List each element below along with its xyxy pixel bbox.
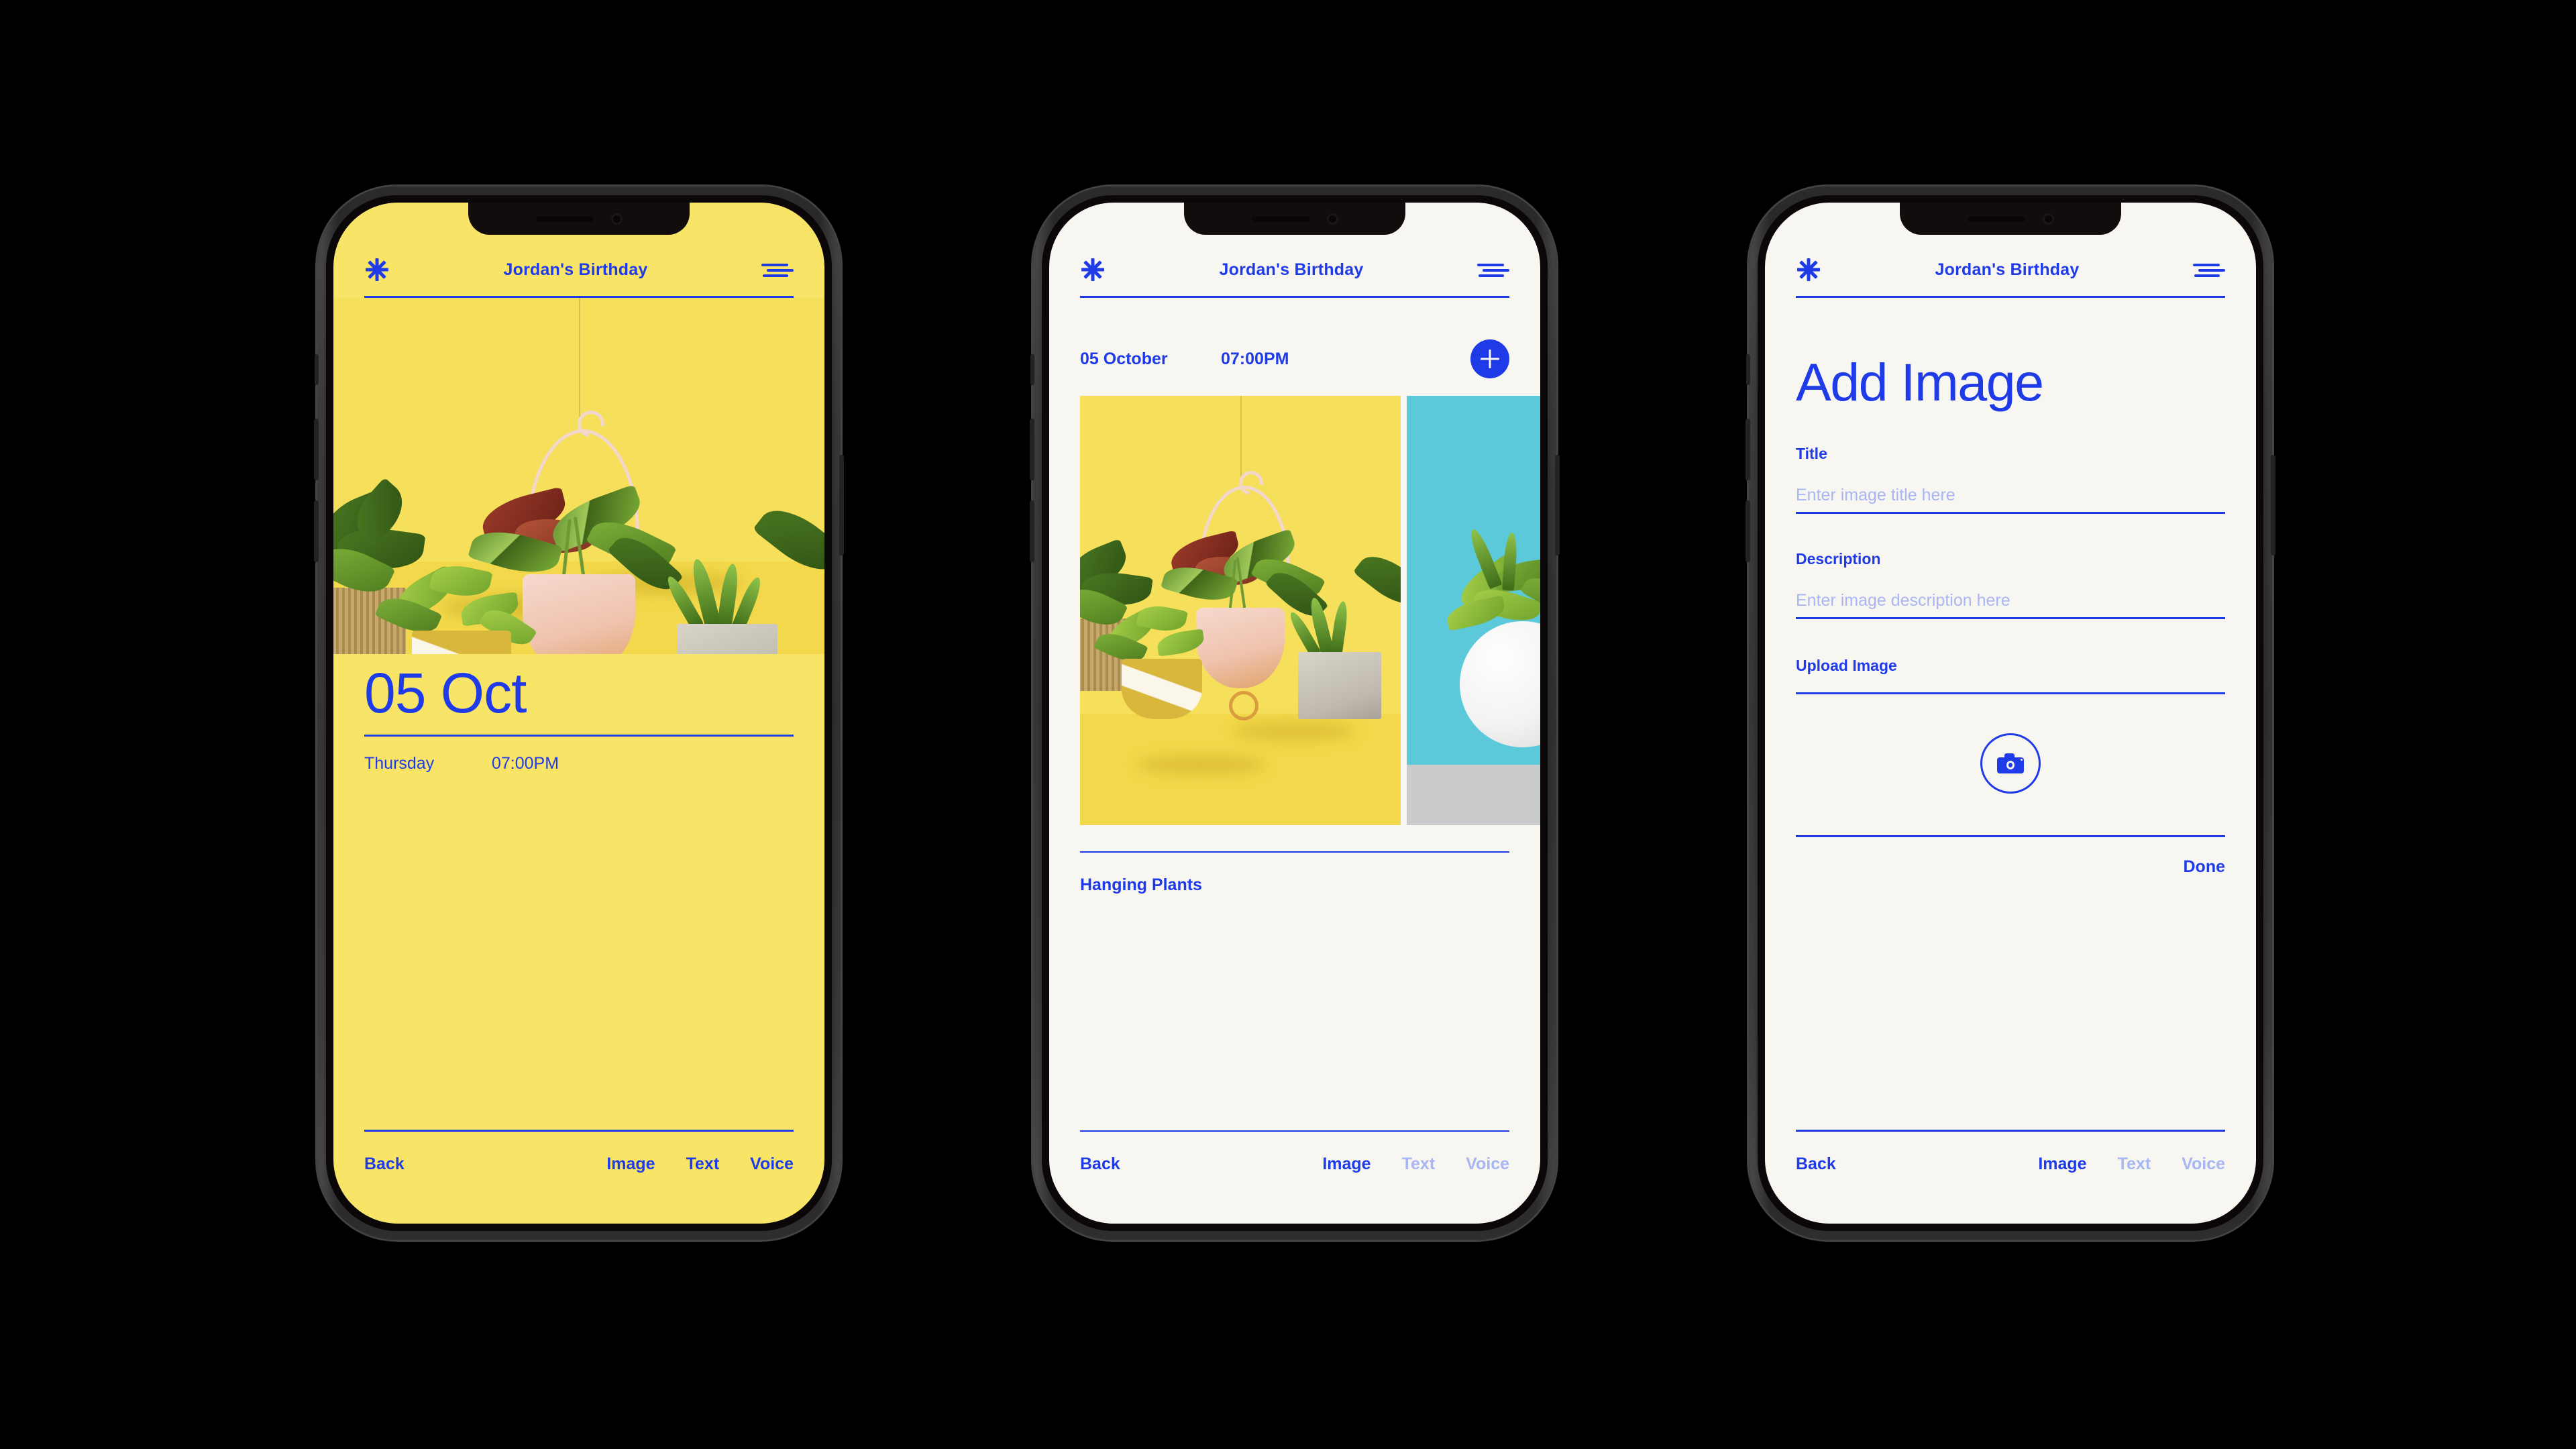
title-label: Title <box>1796 445 1827 462</box>
carousel-item-2[interactable] <box>1407 396 1540 825</box>
notch-3 <box>1900 203 2121 235</box>
notch-2 <box>1184 203 1405 235</box>
front-camera-icon <box>610 213 623 225</box>
volume-down-button-1[interactable] <box>314 500 319 562</box>
hamburger-menu-icon[interactable] <box>2192 260 2225 280</box>
phone-device-3: Jordan's Birthday Add Image Title Enter … <box>1746 186 2275 1240</box>
asterisk-icon[interactable] <box>364 257 390 282</box>
plants-photo <box>333 298 824 654</box>
upload-label: Upload Image <box>1796 657 1897 674</box>
nav-back-button[interactable]: Back <box>1080 1155 1120 1174</box>
asterisk-icon[interactable] <box>1080 257 1106 282</box>
form-heading: Add Image <box>1796 352 2044 412</box>
phone-screen-1: Jordan's Birthday 05 Oct Thursday 07:00P… <box>333 203 824 1224</box>
phone-device-1: Jordan's Birthday 05 Oct Thursday 07:00P… <box>314 186 844 1240</box>
phone-bezel-1: Jordan's Birthday 05 Oct Thursday 07:00P… <box>326 195 832 1231</box>
earpiece-speaker-icon <box>535 215 594 222</box>
nav-voice-button[interactable]: Voice <box>750 1155 794 1174</box>
power-button-3[interactable] <box>2271 455 2275 555</box>
volume-down-button-3[interactable] <box>1746 500 1750 562</box>
event-weekday: Thursday <box>364 754 435 773</box>
nav-voice-button[interactable]: Voice <box>2182 1155 2225 1174</box>
asterisk-icon[interactable] <box>1796 257 1821 282</box>
hamburger-menu-icon[interactable] <box>1477 260 1509 280</box>
camera-button-wrap <box>1796 733 2225 794</box>
mute-switch-2[interactable] <box>1030 354 1034 385</box>
nav-image-button[interactable]: Image <box>1322 1155 1371 1174</box>
notch-1 <box>468 203 690 235</box>
flex-spacer <box>333 773 824 1130</box>
event-date: 05 Oct <box>364 661 527 724</box>
mute-switch-1[interactable] <box>315 354 319 385</box>
description-input[interactable]: Enter image description here <box>1796 591 2225 619</box>
phone-bezel-2: Jordan's Birthday 05 October 07:00PM Han… <box>1042 195 1548 1231</box>
header-divider <box>1080 296 1509 298</box>
date-divider <box>364 735 794 737</box>
form-body: Add Image Title Enter image title here D… <box>1765 298 2256 877</box>
screen-2-gallery: Jordan's Birthday 05 October 07:00PM Han… <box>1049 203 1540 1224</box>
phone-device-2: Jordan's Birthday 05 October 07:00PM Han… <box>1030 186 1560 1240</box>
nav-text-button[interactable]: Text <box>2118 1155 2151 1174</box>
page-title: Jordan's Birthday <box>503 260 648 279</box>
phone-screen-2: Jordan's Birthday 05 October 07:00PM Han… <box>1049 203 1540 1224</box>
event-meta-row: 05 October 07:00PM <box>1049 339 1540 378</box>
event-date: 05 October <box>1080 349 1168 368</box>
nav-voice-button[interactable]: Voice <box>1466 1155 1509 1174</box>
camera-icon <box>1997 753 2024 773</box>
nav-image-button[interactable]: Image <box>606 1155 655 1174</box>
description-field-group: Description Enter image description here <box>1796 550 2225 619</box>
bottom-nav-3: Back Image Text Voice <box>1765 1132 2256 1224</box>
screen-1-event-detail: Jordan's Birthday 05 Oct Thursday 07:00P… <box>333 203 824 1224</box>
nav-back-button[interactable]: Back <box>364 1155 405 1174</box>
upload-bottom-divider <box>1796 835 2225 837</box>
event-time: 07:00PM <box>1221 349 1289 368</box>
hero-photo-1 <box>333 298 824 654</box>
bottom-nav-2: Back Image Text Voice <box>1049 1132 1540 1224</box>
nav-back-button[interactable]: Back <box>1796 1155 1836 1174</box>
volume-up-button-2[interactable] <box>1030 419 1034 480</box>
carousel-item-1[interactable] <box>1080 396 1401 825</box>
earpiece-speaker-icon <box>1967 215 2025 222</box>
caption-divider-wrap <box>1049 840 1540 853</box>
add-button[interactable] <box>1470 339 1509 378</box>
page-title: Jordan's Birthday <box>1219 260 1364 279</box>
image-carousel[interactable] <box>1080 396 1540 825</box>
phone-screen-3: Jordan's Birthday Add Image Title Enter … <box>1765 203 2256 1224</box>
bottom-nav-1: Back Image Text Voice <box>333 1132 824 1224</box>
upload-divider <box>1796 692 2225 694</box>
earpiece-speaker-icon <box>1251 215 1309 222</box>
date-block-1: 05 Oct Thursday 07:00PM <box>333 654 824 773</box>
screenshot-canvas: Jordan's Birthday 05 Oct Thursday 07:00P… <box>0 0 2576 1449</box>
phone-bezel-3: Jordan's Birthday Add Image Title Enter … <box>1758 195 2263 1231</box>
volume-up-button-3[interactable] <box>1746 419 1750 480</box>
hamburger-menu-icon[interactable] <box>761 260 794 280</box>
description-label: Description <box>1796 550 1881 568</box>
front-camera-icon <box>1326 213 1338 225</box>
done-row: Done <box>1796 857 2226 877</box>
nav-text-button[interactable]: Text <box>686 1155 720 1174</box>
image-caption: Hanging Plants <box>1080 875 1202 894</box>
event-time: 07:00PM <box>492 754 559 773</box>
page-title: Jordan's Birthday <box>1935 260 2080 279</box>
volume-down-button-2[interactable] <box>1030 500 1034 562</box>
volume-up-button-1[interactable] <box>314 419 319 480</box>
nav-image-button[interactable]: Image <box>2038 1155 2086 1174</box>
screen-3-add-image-form: Jordan's Birthday Add Image Title Enter … <box>1765 203 2256 1224</box>
upload-field-group: Upload Image <box>1796 657 2225 694</box>
camera-button[interactable] <box>1980 733 2041 794</box>
caption-wrap: Hanging Plants <box>1049 853 1540 895</box>
flex-spacer <box>1765 877 2256 1130</box>
title-input[interactable]: Enter image title here <box>1796 486 2225 514</box>
flex-spacer <box>1049 895 1540 1130</box>
power-button-2[interactable] <box>1555 455 1560 555</box>
nav-text-button[interactable]: Text <box>1402 1155 1436 1174</box>
title-field-group: Title Enter image title here <box>1796 445 2225 514</box>
done-button[interactable]: Done <box>2184 857 2226 877</box>
mute-switch-3[interactable] <box>1746 354 1750 385</box>
power-button-1[interactable] <box>839 455 844 555</box>
front-camera-icon <box>2042 213 2054 225</box>
